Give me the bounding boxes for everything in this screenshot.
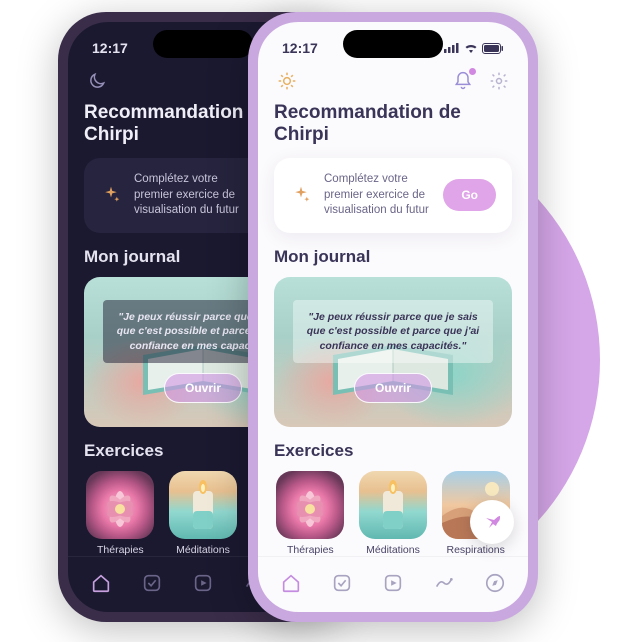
exercise-meditations[interactable]: Méditations bbox=[357, 471, 430, 556]
notch bbox=[153, 30, 253, 58]
nav-home-icon[interactable] bbox=[85, 567, 117, 599]
exercise-label: Thérapies bbox=[97, 544, 144, 556]
journal-quote: "Je peux réussir parce que je sais que c… bbox=[293, 300, 494, 363]
nav-play-icon[interactable] bbox=[187, 567, 219, 599]
sparkle-icon bbox=[100, 184, 122, 206]
recommendation-text: Complétez votre premier exercice de visu… bbox=[324, 172, 431, 219]
status-time: 12:17 bbox=[92, 40, 128, 56]
status-indicators bbox=[444, 43, 504, 54]
nav-progress-icon[interactable] bbox=[428, 567, 460, 599]
exercise-meditations[interactable]: Méditations bbox=[167, 471, 240, 556]
sparkle-icon bbox=[290, 184, 312, 206]
theme-toggle-moon-icon[interactable] bbox=[86, 70, 108, 92]
notch bbox=[343, 30, 443, 58]
exercise-therapies[interactable]: Thérapies bbox=[84, 471, 157, 556]
exercise-label: Respirations bbox=[446, 544, 504, 556]
theme-toggle-sun-icon[interactable] bbox=[276, 70, 298, 92]
exercise-label: Méditations bbox=[176, 544, 230, 556]
notifications-icon[interactable] bbox=[452, 70, 474, 92]
nav-home-icon[interactable] bbox=[275, 567, 307, 599]
lotus-icon bbox=[86, 471, 154, 539]
app-header bbox=[258, 66, 528, 102]
phone-light: 12:17 Recommandation de Chi bbox=[248, 12, 538, 622]
bottom-navbar bbox=[258, 556, 528, 612]
nav-compass-icon[interactable] bbox=[479, 567, 511, 599]
exercises-section-title: Exercices bbox=[274, 441, 512, 461]
candle-icon bbox=[359, 471, 427, 539]
exercise-therapies[interactable]: Thérapies bbox=[274, 471, 347, 556]
exercise-label: Méditations bbox=[366, 544, 420, 556]
nav-play-icon[interactable] bbox=[377, 567, 409, 599]
status-time: 12:17 bbox=[282, 40, 318, 56]
go-button[interactable]: Go bbox=[443, 179, 496, 211]
nav-tasks-icon[interactable] bbox=[326, 567, 358, 599]
candle-icon bbox=[169, 471, 237, 539]
settings-gear-icon[interactable] bbox=[488, 70, 510, 92]
nav-tasks-icon[interactable] bbox=[136, 567, 168, 599]
fab-bird-button[interactable] bbox=[470, 500, 514, 544]
page-title: Recommandation de Chirpi bbox=[274, 102, 512, 146]
recommendation-card: Complétez votre premier exercice de visu… bbox=[274, 158, 512, 233]
journal-card[interactable]: "Je peux réussir parce que je sais que c… bbox=[274, 277, 512, 427]
journal-section-title: Mon journal bbox=[274, 247, 512, 267]
recommendation-text: Complétez votre premier exercice de visu… bbox=[134, 172, 241, 219]
exercise-label: Thérapies bbox=[287, 544, 334, 556]
open-journal-button[interactable]: Ouvrir bbox=[164, 373, 242, 403]
open-journal-button[interactable]: Ouvrir bbox=[354, 373, 432, 403]
lotus-icon bbox=[276, 471, 344, 539]
